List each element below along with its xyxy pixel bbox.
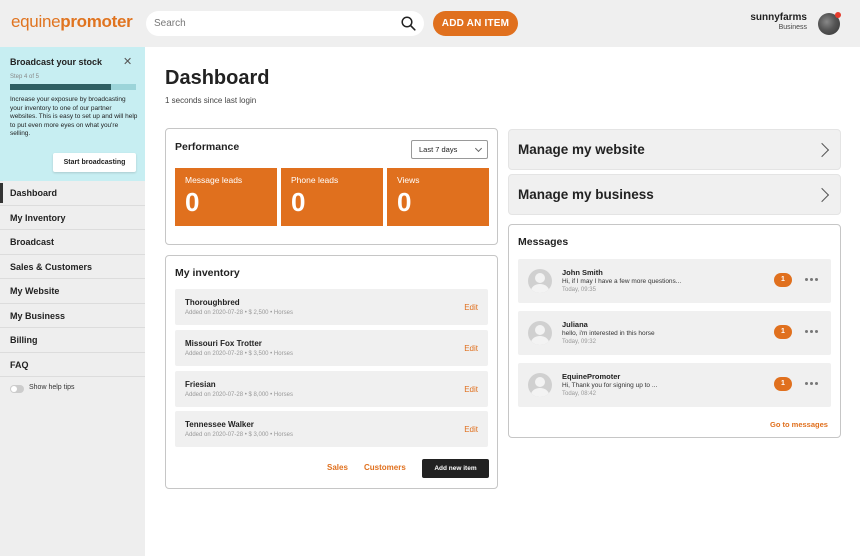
message-preview: Hi, Thank you for signing up to ... — [562, 382, 658, 389]
help-tips-label: Show help tips — [29, 384, 75, 391]
inventory-item-meta: Added on 2020-07-28 • $ 8,000 • Horses — [185, 392, 293, 398]
avatar-placeholder-icon — [528, 269, 552, 293]
message-item[interactable]: EquinePromoter Hi, Thank you for signing… — [518, 363, 831, 407]
message-time: Today, 08:42 — [562, 391, 596, 397]
inventory-item-name: Tennessee Walker — [185, 420, 254, 429]
sidebar-nav: Dashboard My Inventory Broadcast Sales &… — [0, 181, 145, 377]
manage-website-card[interactable]: Manage my website — [508, 129, 841, 170]
more-options-icon[interactable] — [805, 382, 819, 386]
sidebar-item-faq[interactable]: FAQ — [0, 353, 145, 377]
unread-count-badge: 1 — [774, 273, 792, 287]
messages-title: Messages — [518, 236, 569, 248]
help-tips-toggle[interactable] — [10, 385, 24, 393]
sidebar: Broadcast your stock ✕ Step 4 of 5 Incre… — [0, 47, 145, 556]
more-options-icon[interactable] — [805, 278, 819, 282]
message-item[interactable]: Juliana hello, i'm interested in this ho… — [518, 311, 831, 355]
edit-link[interactable]: Edit — [464, 303, 478, 312]
message-sender: EquinePromoter — [562, 372, 621, 381]
user-account-type: Business — [778, 24, 807, 31]
chevron-right-icon — [814, 142, 830, 158]
inventory-item-name: Friesian — [185, 380, 216, 389]
performance-card: Performance Last 7 days Message leads 0 … — [165, 128, 498, 245]
stat-views[interactable]: Views 0 — [387, 168, 489, 226]
page-title: Dashboard — [165, 67, 270, 89]
inventory-item-meta: Added on 2020-07-28 • $ 3,500 • Horses — [185, 351, 293, 357]
chevron-down-icon — [474, 144, 483, 153]
stat-label: Views — [397, 175, 420, 185]
sidebar-item-my-business[interactable]: My Business — [0, 304, 145, 328]
promo-title: Broadcast your stock — [10, 57, 103, 67]
message-time: Today, 09:35 — [562, 287, 596, 293]
stat-value: 0 — [185, 187, 200, 217]
stat-value: 0 — [291, 187, 306, 217]
edit-link[interactable]: Edit — [464, 344, 478, 353]
message-item[interactable]: John Smith Hi, if I may I have a few mor… — [518, 259, 831, 303]
customers-link[interactable]: Customers — [364, 463, 406, 472]
start-broadcasting-button[interactable]: Start broadcasting — [53, 153, 136, 172]
inventory-item-meta: Added on 2020-07-28 • $ 3,000 • Horses — [185, 432, 293, 438]
sidebar-item-dashboard[interactable]: Dashboard — [0, 181, 145, 206]
logo-text-part2: promoter — [60, 12, 133, 31]
promo-progress-bar — [10, 84, 136, 90]
inventory-item-meta: Added on 2020-07-28 • $ 2,500 • Horses — [185, 310, 293, 316]
promo-description: Increase your exposure by broadcasting y… — [10, 96, 138, 137]
inventory-card: My inventory Thoroughbred Added on 2020-… — [165, 255, 498, 489]
broadcast-promo-panel: Broadcast your stock ✕ Step 4 of 5 Incre… — [0, 47, 145, 181]
search-input[interactable] — [154, 15, 394, 32]
inventory-title: My inventory — [175, 267, 240, 279]
close-icon[interactable]: ✕ — [123, 57, 132, 68]
logo-text-part1: equine — [11, 12, 61, 31]
equinepromoter-logo[interactable]: equinepromoter — [11, 12, 133, 32]
notification-dot — [835, 12, 841, 18]
user-name[interactable]: sunnyfarms — [750, 12, 807, 23]
add-item-button[interactable]: ADD AN ITEM — [433, 11, 518, 36]
manage-business-label: Manage my business — [518, 187, 654, 202]
inventory-item-name: Missouri Fox Trotter — [185, 339, 262, 348]
stat-phone-leads[interactable]: Phone leads 0 — [281, 168, 383, 226]
last-login-text: 1 seconds since last login — [165, 96, 257, 105]
add-new-item-button[interactable]: Add new item — [422, 459, 489, 478]
avatar-placeholder-icon — [528, 321, 552, 345]
edit-link[interactable]: Edit — [464, 385, 478, 394]
top-header: equinepromoter ADD AN ITEM sunnyfarms Bu… — [0, 0, 860, 47]
inventory-row[interactable]: Tennessee Walker Added on 2020-07-28 • $… — [175, 411, 488, 447]
date-range-select[interactable]: Last 7 days — [411, 140, 488, 159]
inventory-row[interactable]: Thoroughbred Added on 2020-07-28 • $ 2,5… — [175, 289, 488, 325]
sales-link[interactable]: Sales — [327, 463, 348, 472]
more-options-icon[interactable] — [805, 330, 819, 334]
inventory-item-name: Thoroughbred — [185, 298, 240, 307]
avatar-placeholder-icon — [528, 373, 552, 397]
chevron-right-icon — [814, 187, 830, 203]
date-range-value: Last 7 days — [419, 145, 458, 154]
inventory-row[interactable]: Friesian Added on 2020-07-28 • $ 8,000 •… — [175, 371, 488, 407]
sidebar-item-sales-customers[interactable]: Sales & Customers — [0, 255, 145, 279]
unread-count-badge: 1 — [774, 377, 792, 391]
search-box — [146, 11, 424, 36]
message-preview: Hi, if I may I have a few more questions… — [562, 278, 682, 285]
message-sender: Juliana — [562, 320, 588, 329]
messages-card: Messages John Smith Hi, if I may I have … — [508, 224, 841, 438]
unread-count-badge: 1 — [774, 325, 792, 339]
sidebar-item-my-inventory[interactable]: My Inventory — [0, 206, 145, 230]
message-sender: John Smith — [562, 268, 603, 277]
search-icon[interactable] — [401, 16, 416, 31]
message-preview: hello, i'm interested in this horse — [562, 330, 655, 337]
sidebar-item-billing[interactable]: Billing — [0, 328, 145, 353]
stat-value: 0 — [397, 187, 412, 217]
go-to-messages-link[interactable]: Go to messages — [770, 420, 828, 429]
sidebar-item-broadcast[interactable]: Broadcast — [0, 230, 145, 255]
edit-link[interactable]: Edit — [464, 425, 478, 434]
stat-label: Phone leads — [291, 175, 339, 185]
message-time: Today, 09:32 — [562, 339, 596, 345]
promo-step-label: Step 4 of 5 — [10, 74, 40, 80]
promo-progress-fill — [10, 84, 111, 90]
manage-website-label: Manage my website — [518, 142, 645, 157]
inventory-row[interactable]: Missouri Fox Trotter Added on 2020-07-28… — [175, 330, 488, 366]
stat-message-leads[interactable]: Message leads 0 — [175, 168, 277, 226]
performance-title: Performance — [175, 141, 240, 153]
stat-label: Message leads — [185, 175, 243, 185]
sidebar-item-my-website[interactable]: My Website — [0, 279, 145, 304]
manage-business-card[interactable]: Manage my business — [508, 174, 841, 215]
